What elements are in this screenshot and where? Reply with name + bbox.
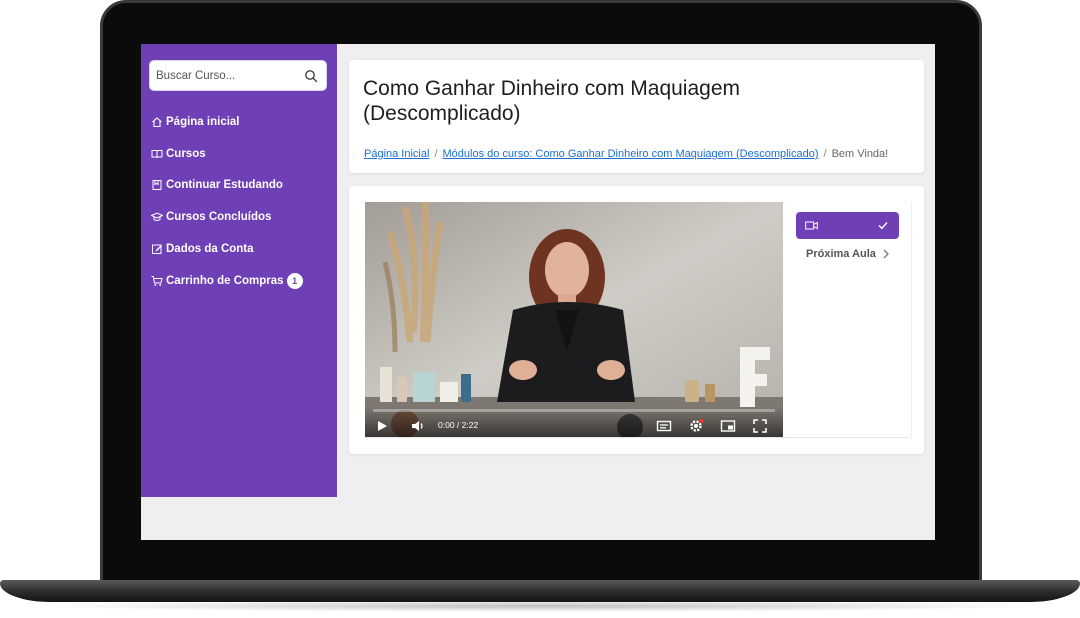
settings-icon[interactable] — [688, 418, 704, 434]
lesson-playlist: Próxima Aula — [796, 202, 912, 438]
play-icon[interactable] — [374, 418, 390, 434]
breadcrumb: Página Inicial / Módulos do curso: Como Ga… — [364, 148, 888, 160]
home-icon — [152, 117, 162, 127]
laptop-base — [0, 580, 1080, 602]
cart-count-badge: 1 — [286, 272, 303, 289]
video-time: 0:00 / 2:22 — [438, 420, 479, 430]
sidebar-item-continue[interactable]: Continuar Estudando — [151, 170, 303, 202]
breadcrumb-home-link[interactable]: Página Inicial — [364, 148, 429, 160]
sidebar-item-label: Dados da Conta — [166, 243, 254, 256]
graduation-cap-icon — [151, 212, 163, 222]
search-icon[interactable] — [304, 69, 318, 83]
breadcrumb-separator: / — [823, 148, 827, 160]
breadcrumb-module-link[interactable]: Módulos do curso: Como Ganhar Dinheiro c… — [443, 148, 819, 160]
bookmark-icon — [152, 180, 162, 191]
video-player[interactable]: 0:00 / 2:22 — [365, 202, 783, 437]
sidebar-item-label: Cursos — [166, 147, 206, 160]
volume-icon[interactable] — [410, 418, 426, 434]
sidebar: Página inicial Cursos Continuar Estudand… — [141, 44, 337, 497]
next-lesson-button[interactable]: Próxima Aula — [806, 248, 889, 260]
page-title: Como Ganhar Dinheiro com Maquiagem (Desc… — [363, 77, 741, 125]
sidebar-item-label: Cursos Concluídos — [166, 211, 272, 224]
edit-icon — [152, 244, 162, 255]
search-input[interactable] — [150, 61, 326, 90]
current-lesson-button[interactable] — [796, 212, 899, 239]
laptop-shadow — [30, 600, 1050, 612]
sidebar-nav: Página inicial Cursos Continuar Estudand… — [151, 106, 303, 297]
sidebar-item-label: Continuar Estudando — [166, 179, 283, 192]
miniplayer-icon[interactable] — [720, 418, 736, 434]
screen: Página inicial Cursos Continuar Estudand… — [141, 44, 935, 540]
video-frame-image — [365, 202, 783, 437]
header-card: Como Ganhar Dinheiro com Maquiagem (Desc… — [349, 60, 924, 173]
sidebar-item-completed[interactable]: Cursos Concluídos — [151, 201, 303, 233]
breadcrumb-separator: / — [434, 148, 438, 160]
next-lesson-label: Próxima Aula — [806, 248, 876, 260]
chevron-right-icon — [883, 249, 889, 259]
sidebar-item-courses[interactable]: Cursos — [151, 138, 303, 170]
video-progress-bar[interactable] — [373, 409, 775, 412]
search-box — [149, 60, 327, 91]
cart-icon — [151, 275, 163, 286]
sidebar-item-cart[interactable]: Carrinho de Compras 1 — [151, 265, 303, 297]
book-icon — [151, 149, 163, 158]
sidebar-item-home[interactable]: Página inicial — [151, 106, 303, 138]
check-icon — [878, 222, 888, 230]
sidebar-item-label: Carrinho de Compras — [166, 274, 284, 287]
video-card: 0:00 / 2:22 Próxima Aula — [349, 186, 924, 454]
video-controls: 0:00 / 2:22 — [365, 407, 783, 437]
sidebar-item-label: Página inicial — [166, 115, 240, 128]
breadcrumb-current: Bem Vinda! — [831, 148, 889, 160]
divider — [365, 437, 908, 438]
video-camera-icon — [805, 221, 818, 230]
sidebar-item-account[interactable]: Dados da Conta — [151, 233, 303, 265]
fullscreen-icon[interactable] — [752, 418, 768, 434]
subtitles-icon[interactable] — [656, 418, 672, 434]
